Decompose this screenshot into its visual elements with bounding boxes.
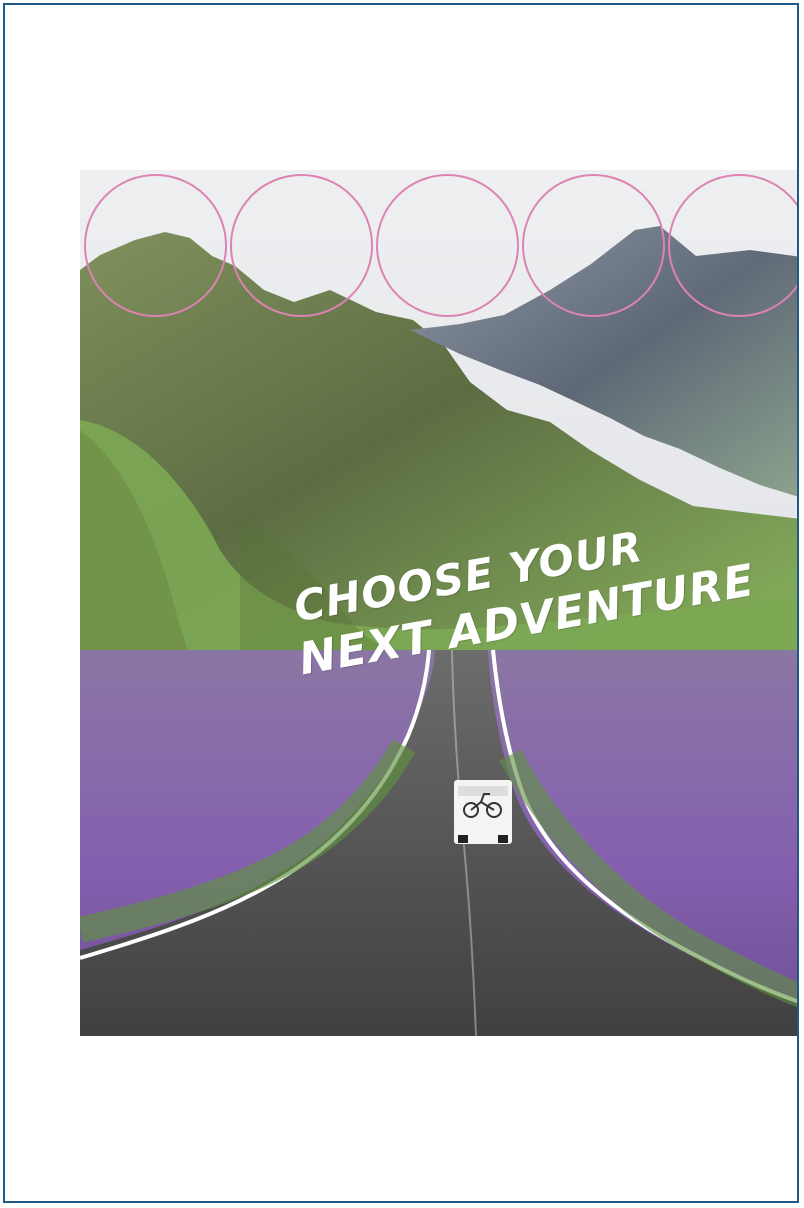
landscape-illustration	[80, 170, 797, 1036]
page-frame: CHOOSE YOUR NEXT ADVENTURE	[3, 3, 799, 1203]
wheel-left	[458, 835, 468, 843]
wheel-right	[498, 835, 508, 843]
hero-image	[80, 170, 797, 1036]
